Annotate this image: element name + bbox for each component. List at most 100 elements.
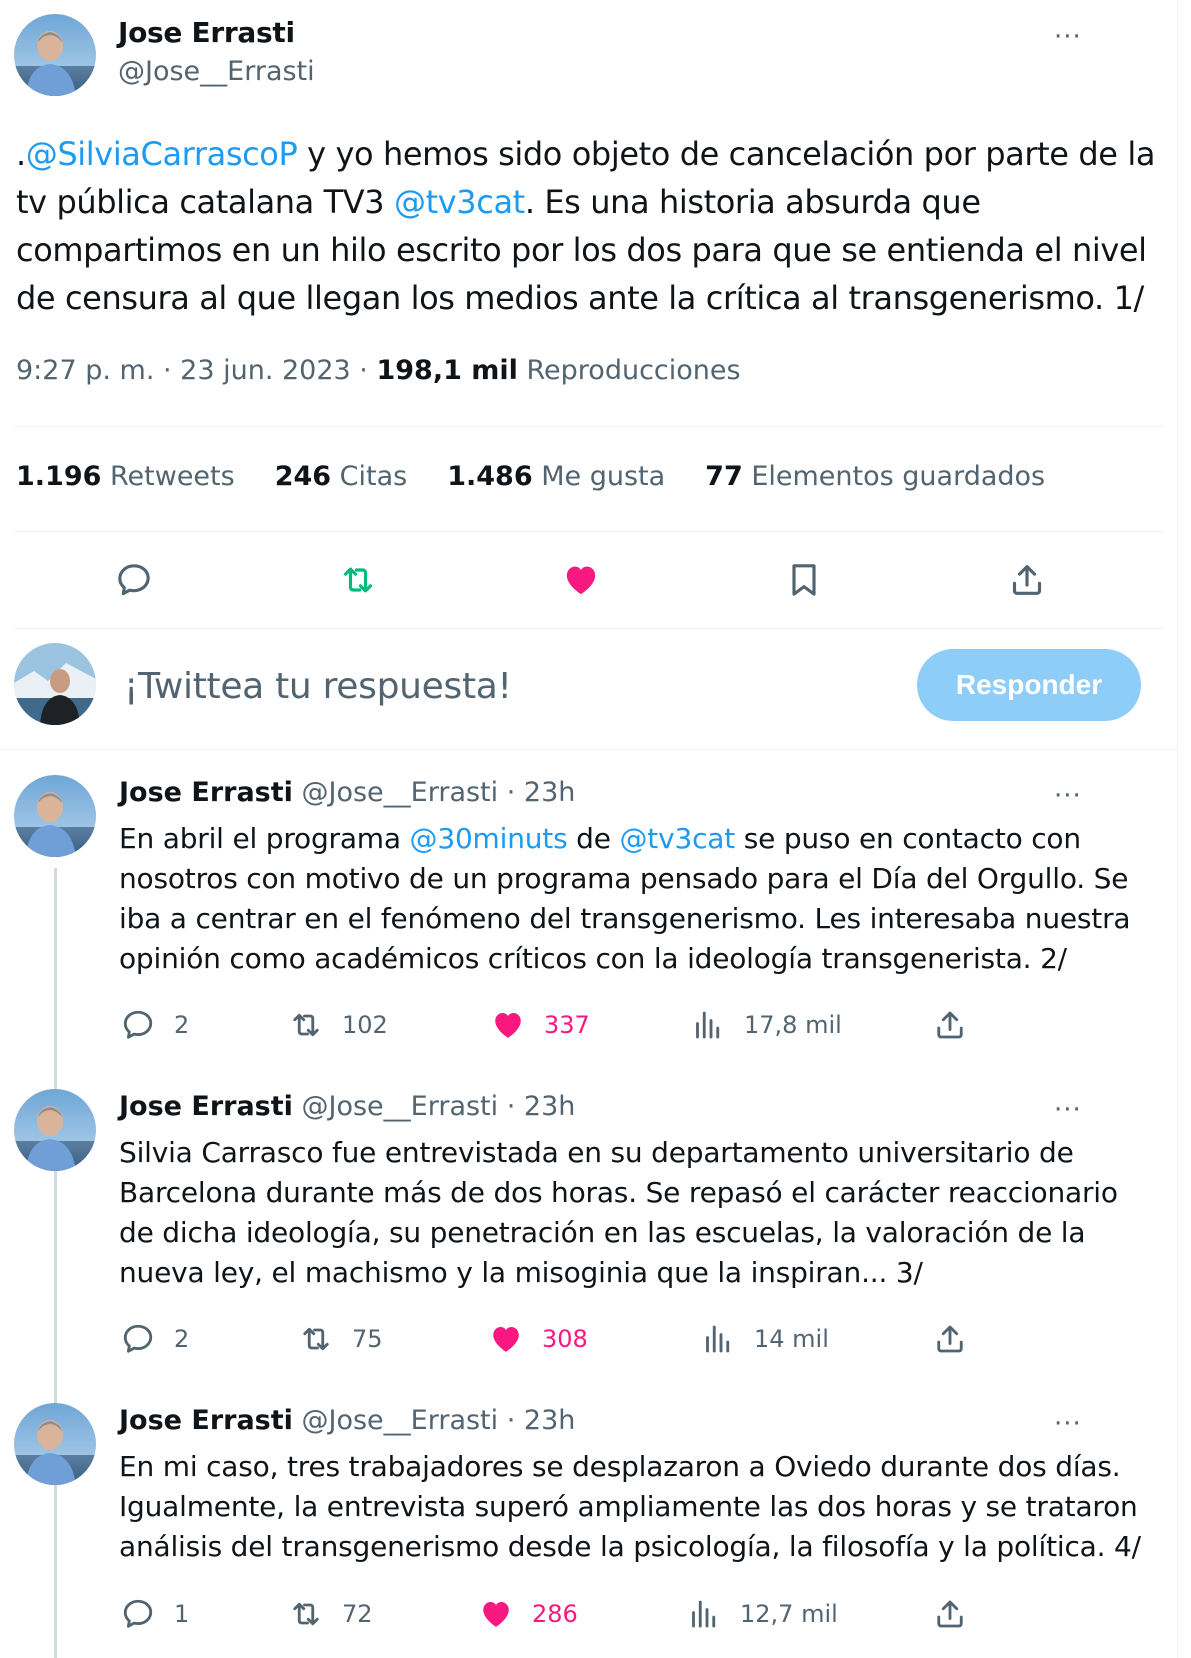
like-count: 308 <box>542 1325 588 1353</box>
reply-icon[interactable] <box>111 557 157 603</box>
reply-count: 1 <box>174 1600 190 1628</box>
views-action[interactable]: 12,7 mil <box>686 1596 838 1632</box>
divider <box>14 426 1164 427</box>
retweet-icon[interactable] <box>335 557 381 603</box>
thread-connector <box>54 868 57 1658</box>
author-handle[interactable]: @Jose__Errasti <box>302 1091 499 1122</box>
retweet-count: 75 <box>352 1325 383 1353</box>
mention-link[interactable]: @30minuts <box>410 822 568 855</box>
views-count: 12,7 mil <box>740 1600 838 1628</box>
mention-link[interactable]: @tv3cat <box>394 183 525 221</box>
share-action[interactable] <box>932 1321 968 1357</box>
author-name[interactable]: Jose Errasti <box>119 777 293 808</box>
views-count: 17,8 mil <box>744 1011 842 1039</box>
share-icon <box>932 1321 968 1357</box>
tweet-header: Jose Errasti @Jose__Errasti · 23h <box>119 777 575 808</box>
current-user-avatar[interactable] <box>14 643 96 725</box>
quotes-label: Citas <box>331 461 408 492</box>
reply-action[interactable]: 1 <box>120 1596 189 1632</box>
mention-link[interactable]: @SilviaCarrascoP <box>26 135 298 173</box>
more-options-icon[interactable]: ··· <box>1054 1097 1082 1123</box>
tweet-text: Silvia Carrasco fue entrevistada en su d… <box>119 1136 1118 1289</box>
heart-icon <box>490 1007 526 1043</box>
views-icon <box>686 1596 722 1632</box>
like-count: 286 <box>532 1600 578 1628</box>
tweet-text: En abril el programa @30minuts de @tv3ca… <box>119 819 1159 979</box>
retweet-action[interactable]: 75 <box>298 1321 383 1357</box>
divider <box>14 531 1164 532</box>
reply-input[interactable]: ¡Twittea tu respuesta! <box>124 666 512 707</box>
likes-stat[interactable]: 1.486 Me gusta <box>447 461 665 492</box>
tweet-text: .@SilviaCarrascoP y yo hemos sido objeto… <box>16 130 1166 322</box>
like-action[interactable]: 308 <box>488 1321 588 1357</box>
divider <box>0 749 1178 750</box>
reply-count: 2 <box>174 1325 190 1353</box>
bookmarks-label: Elementos guardados <box>742 461 1046 492</box>
author-name[interactable]: Jose Errasti <box>119 1405 293 1436</box>
like-action[interactable]: 337 <box>490 1007 590 1043</box>
author-name[interactable]: Jose Errasti <box>118 16 295 49</box>
author-handle[interactable]: @Jose__Errasti <box>302 1405 499 1436</box>
bookmark-icon[interactable] <box>781 557 827 603</box>
tweet-text: En mi caso, tres trabajadores se desplaz… <box>119 1450 1141 1563</box>
like-action[interactable]: 286 <box>478 1596 578 1632</box>
divider <box>14 628 1164 629</box>
reply-action[interactable]: 2 <box>120 1321 189 1357</box>
retweets-stat[interactable]: 1.196 Retweets <box>16 461 235 492</box>
likes-label: Me gusta <box>532 461 666 492</box>
views-icon <box>690 1007 726 1043</box>
tweet-stats: 1.196 Retweets 246 Citas 1.486 Me gusta … <box>16 461 1045 492</box>
reply-count: 2 <box>174 1011 190 1039</box>
heart-icon <box>488 1321 524 1357</box>
tweet-time[interactable]: 23h <box>524 1405 575 1436</box>
author-avatar[interactable] <box>14 1089 96 1171</box>
share-icon <box>932 1596 968 1632</box>
views-label: Reproducciones <box>517 355 741 386</box>
tweet-text-prefix: . <box>16 135 26 173</box>
views-count: 14 mil <box>754 1325 829 1353</box>
reply-icon <box>120 1321 156 1357</box>
retweet-action[interactable]: 72 <box>288 1596 373 1632</box>
more-options-icon[interactable]: ··· <box>1054 1411 1082 1437</box>
author-handle[interactable]: @Jose__Errasti <box>302 777 499 808</box>
views-action[interactable]: 14 mil <box>700 1321 829 1357</box>
views-action[interactable]: 17,8 mil <box>690 1007 842 1043</box>
views-count: 198,1 mil <box>376 355 518 386</box>
share-icon[interactable] <box>1004 557 1050 603</box>
author-avatar[interactable] <box>14 14 96 96</box>
retweet-action[interactable]: 102 <box>288 1007 388 1043</box>
more-options-icon[interactable]: ··· <box>1054 783 1082 809</box>
more-options-icon[interactable]: ··· <box>1054 24 1082 50</box>
share-icon <box>932 1007 968 1043</box>
heart-icon <box>478 1596 514 1632</box>
retweet-icon <box>288 1007 324 1043</box>
mention-link[interactable]: @tv3cat <box>620 822 736 855</box>
tweet-time[interactable]: 23h <box>524 1091 575 1122</box>
author-handle[interactable]: @Jose__Errasti <box>118 56 315 87</box>
author-avatar[interactable] <box>14 1403 96 1485</box>
author-avatar[interactable] <box>14 775 96 857</box>
tweet-time[interactable]: 23h <box>524 777 575 808</box>
tweet-meta: 9:27 p. m. · 23 jun. 2023 · 198,1 mil Re… <box>16 355 741 386</box>
reply-icon <box>120 1596 156 1632</box>
column-border <box>1177 0 1178 1658</box>
author-name[interactable]: Jose Errasti <box>119 1091 293 1122</box>
retweet-icon <box>288 1596 324 1632</box>
retweets-count: 1.196 <box>16 461 102 492</box>
quotes-stat[interactable]: 246 Citas <box>275 461 408 492</box>
tweet-text-part: En abril el programa <box>119 822 410 855</box>
views-icon <box>700 1321 736 1357</box>
bookmarks-stat[interactable]: 77 Elementos guardados <box>705 461 1045 492</box>
heart-icon[interactable] <box>558 557 604 603</box>
tweet-text-part: de <box>567 822 620 855</box>
separator: · <box>498 1405 524 1436</box>
bookmarks-count: 77 <box>705 461 743 492</box>
tweet-timestamp[interactable]: 9:27 p. m. · 23 jun. 2023 · <box>16 355 376 386</box>
reply-button[interactable]: Responder <box>917 649 1141 721</box>
reply-action[interactable]: 2 <box>120 1007 189 1043</box>
share-action[interactable] <box>932 1007 968 1043</box>
retweet-icon <box>298 1321 334 1357</box>
share-action[interactable] <box>932 1596 968 1632</box>
tweet-header: Jose Errasti @Jose__Errasti · 23h <box>119 1405 575 1436</box>
quotes-count: 246 <box>274 461 332 492</box>
